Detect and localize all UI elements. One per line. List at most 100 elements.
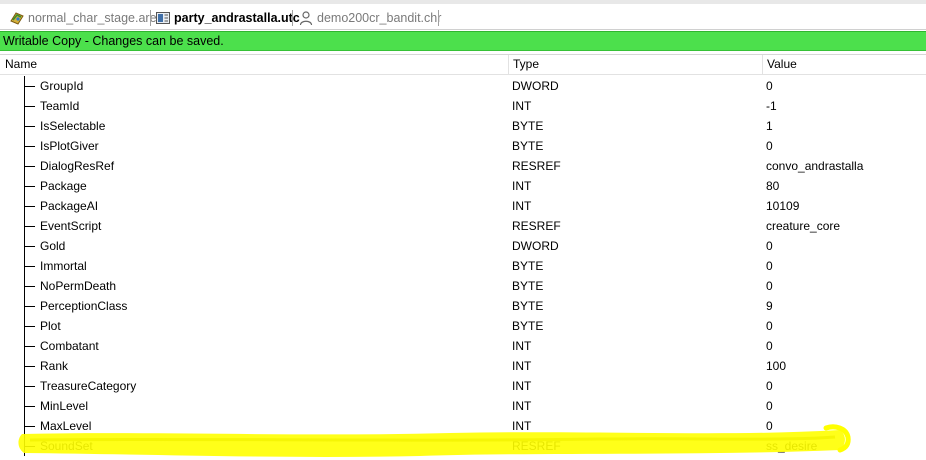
tab-normal-char-stage[interactable]: normal_char_stage.are: [9, 7, 157, 29]
grid-header: Name Type Value: [0, 55, 926, 75]
field-value[interactable]: 1: [766, 116, 773, 136]
field-name: IsSelectable: [40, 119, 106, 133]
field-name: SoundSet: [40, 439, 93, 453]
table-row[interactable]: Gold DWORD 0: [0, 236, 926, 256]
column-header-type[interactable]: Type: [508, 55, 762, 75]
tree-connector: [24, 186, 35, 187]
tree-connector: [24, 86, 35, 87]
table-row[interactable]: TreasureCategory INT 0: [0, 376, 926, 396]
tree-connector: [24, 206, 35, 207]
tab-demo200cr-bandit[interactable]: demo200cr_bandit.chr: [298, 7, 441, 29]
field-name: TreasureCategory: [40, 379, 137, 393]
tab-separator: [292, 10, 293, 26]
field-type: INT: [512, 399, 532, 413]
field-name: Plot: [40, 319, 61, 333]
table-row[interactable]: SoundSet RESREF ss_desire: [0, 436, 926, 456]
field-value[interactable]: 0: [766, 256, 773, 276]
tree-connector: [24, 126, 35, 127]
field-name: PackageAI: [40, 199, 99, 213]
field-value[interactable]: 0: [766, 76, 773, 96]
field-name: Combatant: [40, 339, 99, 353]
status-text: Writable Copy - Changes can be saved.: [3, 34, 224, 48]
field-type: INT: [512, 419, 532, 433]
area-icon: [9, 10, 25, 26]
field-name: Gold: [40, 239, 66, 253]
writable-status-bar: Writable Copy - Changes can be saved.: [0, 31, 926, 51]
tree-connector: [24, 106, 35, 107]
column-header-value[interactable]: Value: [762, 55, 926, 75]
field-type: RESREF: [512, 159, 561, 173]
field-type: INT: [512, 179, 532, 193]
table-row[interactable]: Combatant INT 0: [0, 336, 926, 356]
field-name: DialogResRef: [40, 159, 115, 173]
field-type: DWORD: [512, 79, 559, 93]
table-row[interactable]: NoPermDeath BYTE 0: [0, 276, 926, 296]
table-row[interactable]: Plot BYTE 0: [0, 316, 926, 336]
field-name: IsPlotGiver: [40, 139, 99, 153]
tree-connector: [24, 386, 35, 387]
field-value[interactable]: 0: [766, 236, 773, 256]
tab-bar-top-strip: [0, 0, 926, 4]
field-name: MinLevel: [40, 399, 89, 413]
tree-connector: [24, 446, 35, 447]
field-type: BYTE: [512, 319, 544, 333]
character-icon: [298, 10, 314, 26]
property-grid[interactable]: Name Type Value GroupId DWORD 0 TeamId INT -1…: [0, 54, 926, 460]
field-type: INT: [512, 199, 532, 213]
field-value[interactable]: 0: [766, 276, 773, 296]
table-row[interactable]: PackageAI INT 10109: [0, 196, 926, 216]
field-value[interactable]: 0: [766, 416, 773, 436]
field-value[interactable]: 9: [766, 296, 773, 316]
table-row[interactable]: GroupId DWORD 0: [0, 76, 926, 96]
tree-connector: [24, 286, 35, 287]
tab-party-andrastalla[interactable]: party_andrastalla.utc: [155, 7, 300, 29]
field-type: RESREF: [512, 219, 561, 233]
field-type: BYTE: [512, 119, 544, 133]
tree-connector: [24, 426, 35, 427]
table-row[interactable]: EventScript RESREF creature_core: [0, 216, 926, 236]
column-header-name[interactable]: Name: [0, 55, 508, 75]
field-type: DWORD: [512, 239, 559, 253]
table-row[interactable]: Package INT 80: [0, 176, 926, 196]
creature-file-icon: [155, 10, 171, 26]
tree-connector: [24, 346, 35, 347]
table-row[interactable]: PerceptionClass BYTE 9: [0, 296, 926, 316]
field-value[interactable]: 100: [766, 356, 786, 376]
tab-label: demo200cr_bandit.chr: [317, 11, 442, 25]
field-value[interactable]: convo_andrastalla: [766, 156, 863, 176]
field-name: PerceptionClass: [40, 299, 128, 313]
field-value[interactable]: 0: [766, 396, 773, 416]
field-value[interactable]: ss_desire: [766, 436, 817, 456]
field-value[interactable]: -1: [766, 96, 777, 116]
table-row[interactable]: DialogResRef RESREF convo_andrastalla: [0, 156, 926, 176]
field-value[interactable]: creature_core: [766, 216, 840, 236]
field-value[interactable]: 0: [766, 316, 773, 336]
tree-connector: [24, 406, 35, 407]
table-row[interactable]: MaxLevel INT 0: [0, 416, 926, 436]
table-row[interactable]: TeamId INT -1: [0, 96, 926, 116]
tree-connector: [24, 226, 35, 227]
document-tab-bar: normal_char_stage.are party_andrastalla.…: [0, 0, 926, 30]
tab-label: party_andrastalla.utc: [174, 11, 300, 25]
tree-connector: [24, 366, 35, 367]
field-type: INT: [512, 379, 532, 393]
table-row[interactable]: Rank INT 100: [0, 356, 926, 376]
field-name: EventScript: [40, 219, 102, 233]
field-name: TeamId: [40, 99, 80, 113]
table-row[interactable]: IsSelectable BYTE 1: [0, 116, 926, 136]
field-name: NoPermDeath: [40, 279, 117, 293]
tree-connector: [24, 146, 35, 147]
field-type: INT: [512, 339, 532, 353]
field-type: BYTE: [512, 279, 544, 293]
table-row[interactable]: MinLevel INT 0: [0, 396, 926, 416]
field-value[interactable]: 80: [766, 176, 779, 196]
field-value[interactable]: 0: [766, 336, 773, 356]
table-row[interactable]: IsPlotGiver BYTE 0: [0, 136, 926, 156]
field-value[interactable]: 0: [766, 376, 773, 396]
field-name: GroupId: [40, 79, 84, 93]
tree-connector: [24, 246, 35, 247]
tab-separator: [150, 10, 151, 26]
field-value[interactable]: 10109: [766, 196, 799, 216]
field-value[interactable]: 0: [766, 136, 773, 156]
table-row[interactable]: Immortal BYTE 0: [0, 256, 926, 276]
